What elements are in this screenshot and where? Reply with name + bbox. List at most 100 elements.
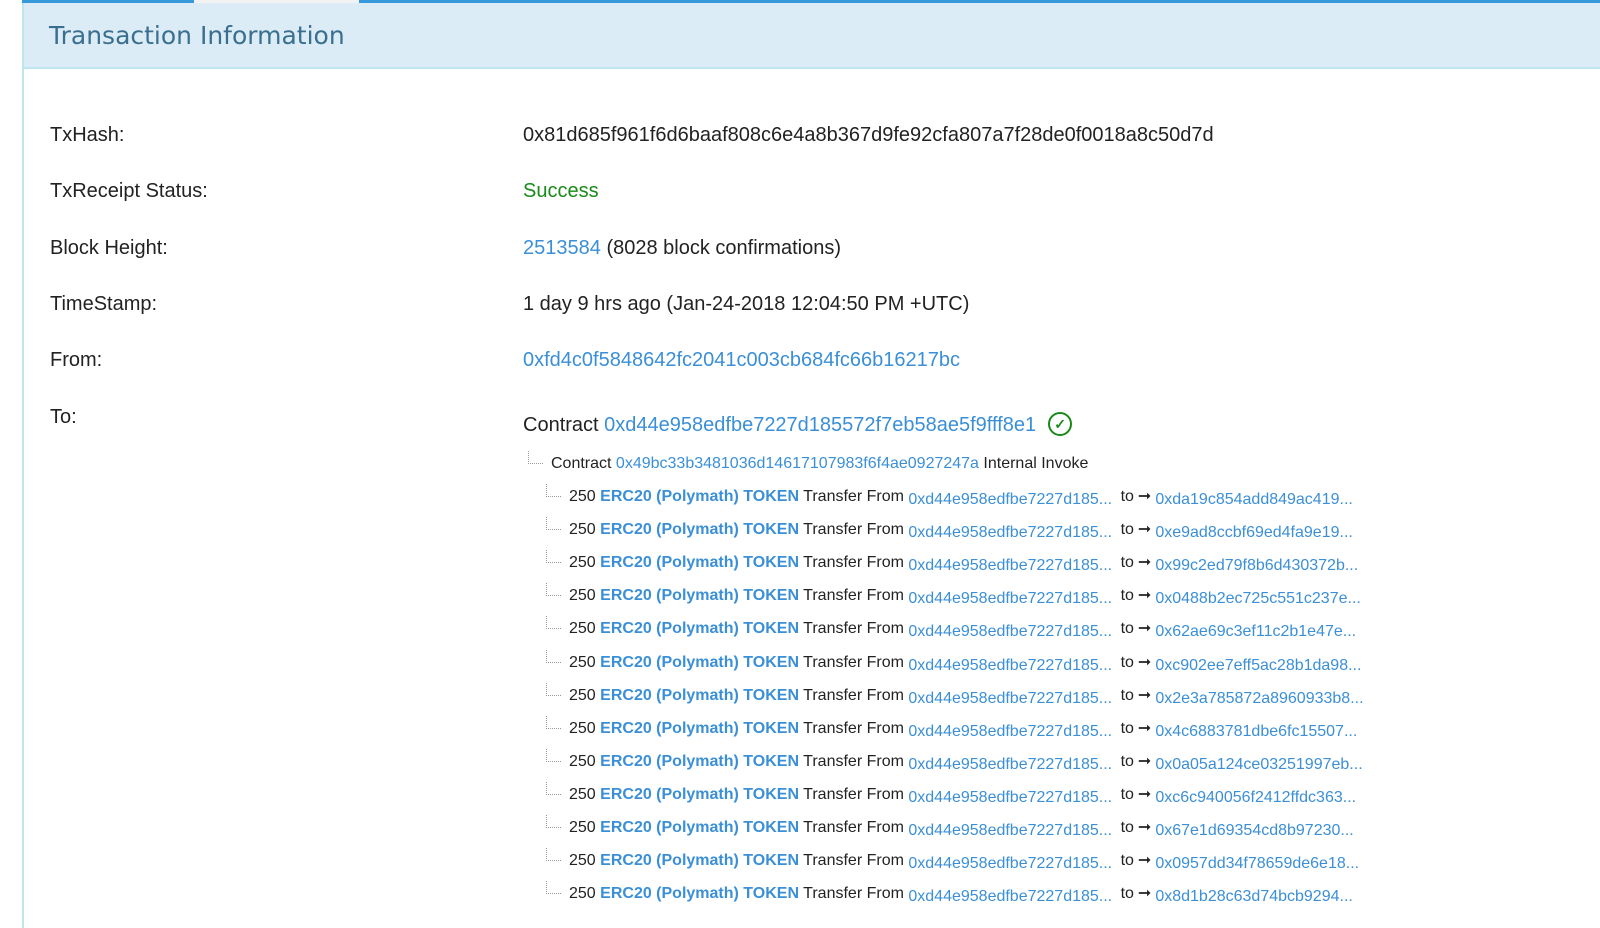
transfer-text: Transfer From (803, 719, 904, 737)
tree-connector-icon (546, 781, 561, 795)
to-word: to (1120, 719, 1134, 737)
token-link[interactable]: ERC20 (Polymath) TOKEN (600, 521, 799, 538)
transfer-amount: 250 (569, 752, 596, 770)
panel-title: Transaction Information (49, 20, 345, 50)
transfer-to-link[interactable]: 0xda19c854add849ac419... (1155, 491, 1353, 508)
token-link[interactable]: ERC20 (Polymath) TOKEN (600, 885, 799, 902)
to-word: to (1120, 587, 1134, 605)
transfer-from-link[interactable]: 0xd44e958edfbe7227d185... (908, 888, 1112, 905)
internal-invoke-row: Contract 0x49bc33b3481036d14617107983f6f… (528, 451, 1088, 473)
transfer-from-link[interactable]: 0xd44e958edfbe7227d185... (908, 491, 1112, 508)
transfer-amount: 250 (569, 785, 596, 803)
arrow-right-icon: ➞ (1137, 587, 1152, 605)
transfer-to-link[interactable]: 0x0488b2ec725c551c237e... (1155, 590, 1361, 607)
token-transfer-row: 250 ERC20 (Polymath) TOKEN Transfer From… (546, 649, 1361, 674)
transfer-amount: 250 (569, 620, 596, 638)
transfer-text: Transfer From (803, 686, 904, 704)
transaction-panel: Transaction Information TxHash: 0x81d685f… (22, 3, 1600, 928)
from-label: From: (50, 349, 103, 371)
tree-connector-icon (546, 484, 561, 497)
internal-suffix: Internal Invoke (983, 455, 1089, 472)
transfer-to-link[interactable]: 0xe9ad8ccbf69ed4fa9e19... (1155, 524, 1353, 541)
panel-header: Transaction Information (24, 3, 1600, 69)
token-link[interactable]: ERC20 (Polymath) TOKEN (600, 654, 799, 671)
token-transfer-row: 250 ERC20 (Polymath) TOKEN Transfer From… (546, 583, 1361, 607)
transfer-amount: 250 (569, 819, 596, 836)
transfer-to-link[interactable]: 0x0957dd34f78659de6e18... (1155, 855, 1359, 872)
transfer-from-link[interactable]: 0xd44e958edfbe7227d185... (908, 590, 1112, 607)
transfer-from-link[interactable]: 0xd44e958edfbe7227d185... (908, 623, 1112, 640)
status-value: Success (523, 180, 599, 202)
token-link[interactable]: ERC20 (Polymath) TOKEN (600, 488, 799, 505)
transfer-amount: 250 (569, 521, 596, 539)
from-address-link[interactable]: 0xfd4c0f5848642fc2041c003cb684fc66b16217… (523, 349, 960, 372)
verified-check-icon: ✓ (1048, 412, 1073, 436)
to-word: to (1120, 686, 1134, 704)
to-word: to (1120, 620, 1134, 638)
transfer-to-link[interactable]: 0xc902ee7eff5ac28b1da98... (1155, 657, 1361, 674)
transfer-from-link[interactable]: 0xd44e958edfbe7227d185... (908, 657, 1112, 674)
token-link[interactable]: ERC20 (Polymath) TOKEN (600, 587, 799, 604)
transfer-to-link[interactable]: 0x0a05a124ce03251997eb... (1155, 756, 1362, 773)
transfer-from-link[interactable]: 0xd44e958edfbe7227d185... (908, 756, 1112, 773)
block-link[interactable]: 2513584 (523, 237, 601, 259)
transfer-from-link[interactable]: 0xd44e958edfbe7227d185... (908, 690, 1112, 707)
transfer-amount: 250 (569, 653, 596, 671)
token-link[interactable]: ERC20 (Polymath) TOKEN (600, 554, 799, 571)
internal-contract-link[interactable]: 0x49bc33b3481036d14617107983f6f4ae092724… (616, 455, 979, 472)
transfer-from-link[interactable]: 0xd44e958edfbe7227d185... (908, 723, 1112, 740)
transfer-to-link[interactable]: 0xc6c940056f2412ffdc363... (1155, 789, 1356, 806)
transfer-to-link[interactable]: 0x67e1d69354cd8b97230... (1155, 822, 1353, 839)
to-word: to (1120, 488, 1134, 505)
token-transfer-row: 250 ERC20 (Polymath) TOKEN Transfer From… (546, 484, 1353, 508)
to-label: To: (50, 406, 77, 428)
transfer-amount: 250 (569, 852, 596, 870)
timestamp-row: TimeStamp: 1 day 9 hrs ago (Jan-24-2018 1… (50, 293, 969, 316)
transfer-to-link[interactable]: 0x62ae69c3ef11c2b1e47e... (1155, 623, 1356, 640)
transfer-to-link[interactable]: 0x2e3a785872a8960933b8... (1155, 690, 1363, 707)
arrow-right-icon: ➞ (1137, 852, 1152, 870)
arrow-right-icon: ➞ (1137, 521, 1152, 539)
to-word: to (1120, 554, 1134, 572)
arrow-right-icon: ➞ (1137, 719, 1152, 737)
transfer-text: Transfer From (803, 653, 904, 671)
to-word: to (1120, 653, 1134, 671)
tree-connector-icon (546, 848, 561, 862)
token-transfer-row: 250 ERC20 (Polymath) TOKEN Transfer From… (546, 715, 1357, 740)
tree-connector-icon (546, 815, 561, 828)
from-row: From: 0xfd4c0f5848642fc2041c003cb684fc66b… (50, 349, 960, 372)
token-link[interactable]: ERC20 (Polymath) TOKEN (600, 786, 799, 803)
transfer-from-link[interactable]: 0xd44e958edfbe7227d185... (908, 789, 1112, 806)
to-row: To: Contract 0xd44e958edfbe7227d185572f7e… (50, 406, 1073, 437)
to-word: to (1120, 752, 1134, 770)
token-link[interactable]: ERC20 (Polymath) TOKEN (600, 687, 799, 704)
status-row: TxReceipt Status: Success (50, 180, 599, 203)
to-word: to (1120, 852, 1134, 870)
transfer-amount: 250 (569, 554, 596, 572)
token-transfer-row: 250 ERC20 (Polymath) TOKEN Transfer From… (546, 748, 1363, 773)
token-link[interactable]: ERC20 (Polymath) TOKEN (600, 620, 799, 637)
arrow-right-icon: ➞ (1137, 686, 1152, 704)
transfer-amount: 250 (569, 719, 596, 737)
to-address-link[interactable]: 0xd44e958edfbe7227d185572f7eb58ae5f9fff8… (604, 414, 1036, 436)
token-link[interactable]: ERC20 (Polymath) TOKEN (600, 852, 799, 869)
transfer-to-link[interactable]: 0x99c2ed79f8b6d430372b... (1155, 557, 1358, 574)
txhash-value: 0x81d685f961f6d6baaf808c6e4a8b367d9fe92c… (523, 124, 1214, 146)
token-link[interactable]: ERC20 (Polymath) TOKEN (600, 753, 799, 770)
block-confirmations: (8028 block confirmations) (606, 237, 841, 259)
tree-connector-icon (546, 715, 561, 729)
transfer-from-link[interactable]: 0xd44e958edfbe7227d185... (908, 855, 1112, 872)
token-link[interactable]: ERC20 (Polymath) TOKEN (600, 819, 799, 836)
transfer-to-link[interactable]: 0x8d1b28c63d74bcb9294... (1155, 888, 1353, 905)
transfer-text: Transfer From (803, 819, 904, 836)
transfer-to-link[interactable]: 0x4c6883781dbe6fc15507... (1155, 723, 1357, 740)
arrow-right-icon: ➞ (1137, 653, 1152, 671)
status-label: TxReceipt Status: (50, 180, 208, 202)
transfer-from-link[interactable]: 0xd44e958edfbe7227d185... (908, 822, 1112, 839)
transfer-from-link[interactable]: 0xd44e958edfbe7227d185... (908, 524, 1112, 541)
arrow-right-icon: ➞ (1137, 885, 1152, 903)
txhash-row: TxHash: 0x81d685f961f6d6baaf808c6e4a8b367… (50, 124, 1214, 147)
transfer-from-link[interactable]: 0xd44e958edfbe7227d185... (908, 557, 1112, 574)
token-link[interactable]: ERC20 (Polymath) TOKEN (600, 720, 799, 737)
token-transfer-row: 250 ERC20 (Polymath) TOKEN Transfer From… (546, 550, 1358, 574)
